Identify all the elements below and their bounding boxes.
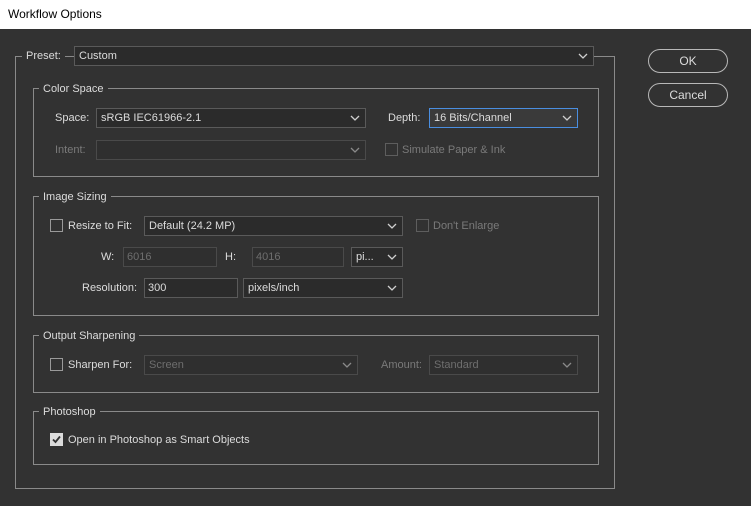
- resolution-label: Resolution:: [82, 282, 138, 294]
- resize-to-fit-checkbox[interactable]: [50, 219, 63, 232]
- depth-label: Depth:: [388, 112, 421, 124]
- chevron-down-icon: [578, 53, 588, 59]
- space-label: Space:: [55, 112, 90, 124]
- ok-button[interactable]: OK: [648, 49, 728, 73]
- preset-label: Preset:: [22, 49, 65, 63]
- chevron-down-icon: [562, 362, 572, 368]
- size-unit-select[interactable]: pi...: [351, 247, 403, 267]
- smart-objects-checkbox[interactable]: [50, 433, 63, 446]
- sharpen-for-value: Screen: [149, 359, 184, 371]
- resize-to-fit-value: Default (24.2 MP): [149, 220, 236, 232]
- intent-select[interactable]: [96, 140, 366, 160]
- sharpen-for-checkbox[interactable]: [50, 358, 63, 371]
- space-value: sRGB IEC61966-2.1: [101, 112, 202, 124]
- resolution-unit-value: pixels/inch: [248, 282, 300, 294]
- chevron-down-icon: [350, 147, 360, 153]
- width-label: W:: [101, 251, 115, 263]
- window-title: Workflow Options: [8, 7, 102, 21]
- amount-select[interactable]: Standard: [429, 355, 578, 375]
- amount-value: Standard: [434, 359, 479, 371]
- dont-enlarge-checkbox[interactable]: [416, 219, 429, 232]
- preset-value: Custom: [79, 50, 117, 62]
- resize-to-fit-select[interactable]: Default (24.2 MP): [144, 216, 403, 236]
- resize-to-fit-label: Resize to Fit:: [68, 220, 133, 232]
- smart-objects-label: Open in Photoshop as Smart Objects: [68, 434, 250, 446]
- depth-value: 16 Bits/Channel: [434, 112, 512, 124]
- simulate-paper-label: Simulate Paper & Ink: [402, 144, 506, 156]
- output-sharpening-legend: Output Sharpening: [39, 329, 140, 343]
- image-sizing-legend: Image Sizing: [39, 190, 111, 204]
- resolution-input[interactable]: 300: [144, 278, 238, 298]
- size-unit-value: pi...: [356, 251, 374, 263]
- chevron-down-icon: [387, 285, 397, 291]
- resolution-unit-select[interactable]: pixels/inch: [243, 278, 403, 298]
- color-space-group: [33, 88, 599, 177]
- simulate-paper-checkbox[interactable]: [385, 143, 398, 156]
- color-space-legend: Color Space: [39, 82, 108, 96]
- preset-select[interactable]: Custom: [74, 46, 594, 66]
- chevron-down-icon: [562, 115, 572, 121]
- sharpen-for-select[interactable]: Screen: [144, 355, 358, 375]
- height-label: H:: [225, 251, 236, 263]
- chevron-down-icon: [387, 223, 397, 229]
- chevron-down-icon: [350, 115, 360, 121]
- intent-label: Intent:: [55, 144, 86, 156]
- chevron-down-icon: [387, 254, 397, 260]
- sharpen-for-label: Sharpen For:: [68, 359, 133, 371]
- height-input[interactable]: 4016: [252, 247, 344, 267]
- photoshop-legend: Photoshop: [39, 405, 100, 419]
- title-bar: Workflow Options: [0, 0, 751, 29]
- amount-label: Amount:: [381, 359, 422, 371]
- cancel-button[interactable]: Cancel: [648, 83, 728, 107]
- checkmark-icon: [52, 435, 61, 444]
- chevron-down-icon: [342, 362, 352, 368]
- depth-select[interactable]: 16 Bits/Channel: [429, 108, 578, 128]
- space-select[interactable]: sRGB IEC61966-2.1: [96, 108, 366, 128]
- dont-enlarge-label: Don't Enlarge: [433, 220, 500, 232]
- width-input[interactable]: 6016: [123, 247, 217, 267]
